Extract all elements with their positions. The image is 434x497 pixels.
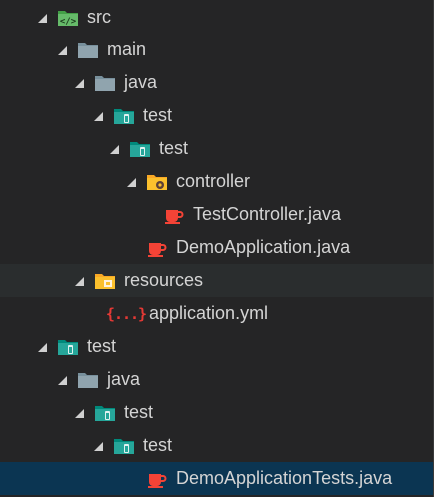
folder-icon [77, 39, 99, 61]
tree-item-label: TestController.java [193, 204, 342, 224]
java-file-icon [146, 237, 168, 259]
tree-item-demoapplicationtests-java[interactable]: DemoApplicationTests.java [0, 462, 433, 495]
folder-src-icon: </> [57, 7, 79, 29]
tree-item-label: test [87, 336, 117, 356]
tree-item-label: java [124, 72, 158, 92]
folder-test-icon [129, 138, 151, 160]
tree-item-label: test [124, 402, 154, 422]
folder-test-icon [57, 336, 79, 358]
chevron-down-icon[interactable] [55, 373, 69, 387]
folder-test-icon [113, 435, 135, 457]
chevron-down-icon[interactable] [124, 175, 138, 189]
svg-text:</>: </> [60, 17, 77, 27]
tree-item-application-yml[interactable]: {...} application.yml [0, 297, 433, 330]
tree-item-label: test [143, 105, 173, 125]
tree-item-controller[interactable]: controller [0, 165, 433, 198]
tree-item-java[interactable]: java [0, 363, 433, 396]
folder-test-icon [113, 105, 135, 127]
tree-item-test[interactable]: test [0, 99, 433, 132]
tree-item-label: main [107, 39, 147, 59]
chevron-down-icon[interactable] [55, 43, 69, 57]
tree-item-label: test [143, 435, 173, 455]
tree-item-test[interactable]: test [0, 396, 433, 429]
tree-item-test[interactable]: test [0, 132, 433, 165]
tree-item-demoapplication-java[interactable]: DemoApplication.java [0, 231, 433, 264]
folder-icon [94, 72, 116, 94]
tree-item-java[interactable]: java [0, 66, 433, 99]
chevron-down-icon[interactable] [72, 274, 86, 288]
java-file-icon [163, 204, 185, 226]
folder-test-icon [94, 402, 116, 424]
tree-item-test[interactable]: test [0, 330, 433, 363]
chevron-down-icon[interactable] [35, 11, 49, 25]
yaml-file-icon: {...} [105, 304, 147, 323]
chevron-down-icon[interactable] [72, 406, 86, 420]
tree-item-test[interactable]: test [0, 429, 433, 462]
tree-item-label: java [107, 369, 141, 389]
chevron-down-icon[interactable] [72, 76, 86, 90]
folder-resources-icon [94, 270, 116, 292]
tree-item-label: test [159, 138, 189, 158]
tree-item-label: resources [124, 270, 204, 290]
folder-controller-icon [146, 171, 168, 193]
tree-item-resources[interactable]: resources [0, 264, 433, 297]
chevron-down-icon[interactable] [91, 109, 105, 123]
java-file-icon [146, 468, 168, 490]
tree-item-main[interactable]: main [0, 33, 433, 66]
tree-item-label: application.yml [149, 303, 269, 323]
tree-item-label: DemoApplicationTests.java [176, 468, 393, 488]
chevron-down-icon[interactable] [91, 439, 105, 453]
tree-item-src[interactable]: </> src [0, 1, 433, 34]
chevron-down-icon[interactable] [107, 142, 121, 156]
tree-item-label: src [87, 7, 111, 27]
tree-item-label: controller [176, 171, 251, 191]
chevron-down-icon[interactable] [35, 340, 49, 354]
tree-item-label: DemoApplication.java [176, 237, 351, 257]
file-explorer-tree: </> src main java test test controller T… [0, 0, 434, 497]
tree-item-testcontroller-java[interactable]: TestController.java [0, 198, 433, 231]
folder-icon [77, 369, 99, 391]
